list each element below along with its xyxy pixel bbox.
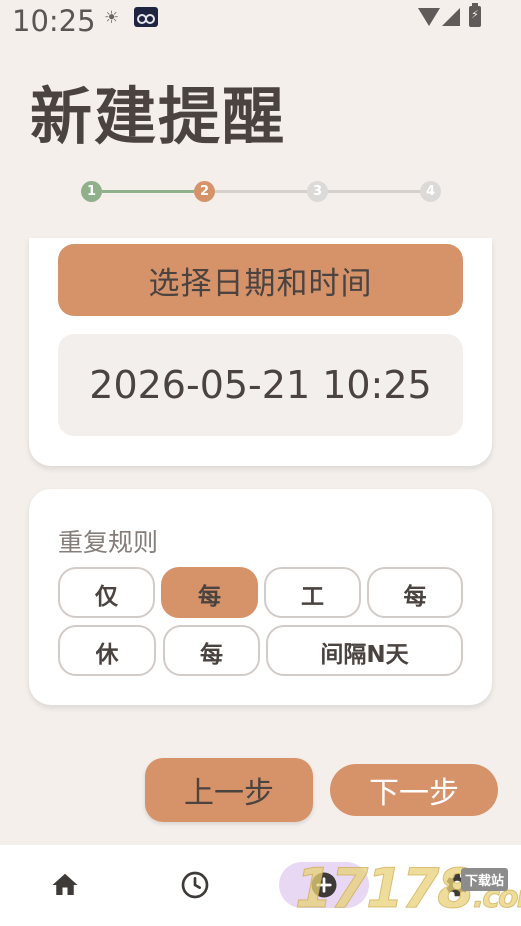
- prev-step-button[interactable]: 上一步: [145, 758, 313, 822]
- step-connector-done: [92, 190, 204, 193]
- datetime-display[interactable]: 2026-05-21 10:25: [58, 334, 463, 436]
- step-1: 1: [81, 181, 102, 202]
- pick-datetime-button[interactable]: 选择日期和时间: [58, 244, 463, 316]
- nav-home[interactable]: [45, 865, 85, 905]
- repeat-option-once[interactable]: 仅: [58, 567, 155, 618]
- nav-add[interactable]: [304, 865, 344, 905]
- step-3: 3: [307, 181, 328, 202]
- app-notification-icon: [134, 7, 158, 27]
- repeat-card: 重复规则 仅 每 工 每 休 每 间隔N天: [29, 489, 492, 705]
- home-icon: [52, 873, 78, 895]
- repeat-option-weekly[interactable]: 每: [367, 567, 463, 618]
- repeat-title: 重复规则: [58, 528, 159, 557]
- date-card: 选择日期和时间 2026-05-21 10:25: [29, 238, 492, 466]
- signal-icon: [442, 8, 460, 26]
- step-2: 2: [194, 181, 215, 202]
- wifi-icon: [418, 8, 440, 26]
- page-title: 新建提醒: [30, 80, 287, 153]
- repeat-option-workday[interactable]: 工: [264, 567, 361, 618]
- watermark-badge: 下载站: [461, 868, 509, 891]
- repeat-option-daily[interactable]: 每: [161, 567, 258, 618]
- next-step-button[interactable]: 下一步: [330, 764, 498, 816]
- add-circle-icon: [311, 872, 337, 898]
- status-time: 10:25: [12, 4, 96, 38]
- clock-icon: [181, 871, 209, 899]
- stepper: 1 2 3 4: [0, 172, 521, 212]
- repeat-option-holiday[interactable]: 休: [58, 625, 156, 676]
- repeat-option-interval[interactable]: 间隔N天: [266, 625, 463, 676]
- sun-icon: ☀: [104, 8, 120, 28]
- nav-history[interactable]: [175, 865, 215, 905]
- step-4: 4: [420, 181, 441, 202]
- status-bar: 10:25 ☀: [0, 0, 521, 44]
- bottom-nav: [0, 845, 521, 926]
- battery-charging-icon: [469, 3, 481, 27]
- repeat-option-monthly[interactable]: 每: [163, 625, 260, 676]
